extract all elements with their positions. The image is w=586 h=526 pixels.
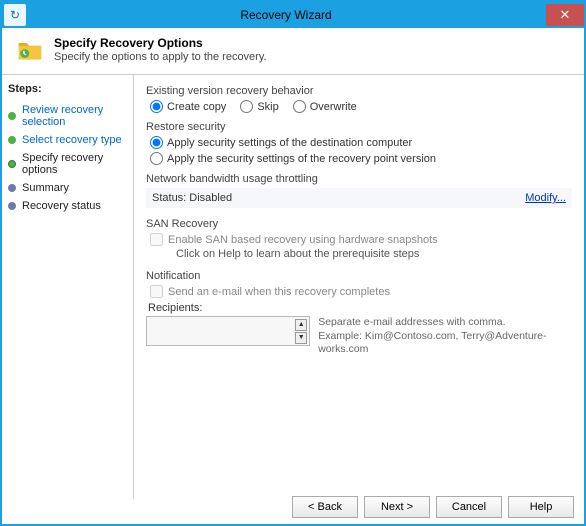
close-button[interactable]: ✕ [546, 4, 584, 26]
steps-sidebar: Steps: Review recovery selection Select … [2, 75, 134, 499]
wizard-buttons: < Back Next > Cancel Help [292, 496, 574, 518]
modify-throttling-link[interactable]: Modify... [525, 192, 566, 204]
step-specify-recovery-options[interactable]: Specify recovery options [8, 149, 127, 179]
recipients-label: Recipients: [148, 302, 572, 314]
help-button[interactable]: Help [508, 496, 574, 518]
radio-security-destination[interactable]: Apply security settings of the destinati… [150, 136, 572, 149]
step-recovery-status[interactable]: Recovery status [8, 197, 127, 215]
step-review-recovery-selection[interactable]: Review recovery selection [8, 101, 127, 131]
app-icon: ↻ [4, 4, 26, 26]
titlebar: ↻ Recovery Wizard ✕ [2, 2, 584, 28]
radio-skip[interactable]: Skip [240, 100, 278, 113]
throttling-label: Network bandwidth usage throttling [146, 173, 572, 185]
cancel-button[interactable]: Cancel [436, 496, 502, 518]
steps-heading: Steps: [8, 83, 127, 95]
window-title: Recovery Wizard [26, 8, 546, 22]
radio-create-copy[interactable]: Create copy [150, 100, 226, 113]
check-icon [8, 112, 16, 120]
folder-recovery-icon [16, 36, 44, 64]
options-panel: Existing version recovery behavior Creat… [134, 75, 584, 499]
throttling-status-box: Status: Disabled Modify... [146, 188, 572, 208]
current-step-icon [8, 160, 16, 168]
radio-overwrite[interactable]: Overwrite [293, 100, 357, 113]
throttling-status: Status: Disabled [152, 192, 232, 204]
chevron-down-icon[interactable]: ▼ [295, 332, 307, 344]
checkbox-san-recovery: Enable SAN based recovery using hardware… [150, 233, 572, 246]
check-icon [8, 136, 16, 144]
wizard-header: Specify Recovery Options Specify the opt… [2, 28, 584, 75]
recovery-wizard-window: ↻ Recovery Wizard ✕ Specify Recovery Opt… [0, 0, 586, 526]
step-select-recovery-type[interactable]: Select recovery type [8, 131, 127, 149]
next-button[interactable]: Next > [364, 496, 430, 518]
san-recovery-label: SAN Recovery [146, 218, 572, 230]
version-behavior-label: Existing version recovery behavior [146, 85, 572, 97]
page-title: Specify Recovery Options [54, 36, 267, 50]
back-button[interactable]: < Back [292, 496, 358, 518]
recipients-hint: Separate e-mail addresses with comma. Ex… [318, 316, 572, 357]
pending-step-icon [8, 184, 16, 192]
chevron-up-icon[interactable]: ▲ [295, 319, 307, 331]
notification-label: Notification [146, 270, 572, 282]
recipients-input: ▲ ▼ [146, 316, 310, 346]
radio-security-recovery-point[interactable]: Apply the security settings of the recov… [150, 152, 572, 165]
checkbox-send-email: Send an e-mail when this recovery comple… [150, 285, 572, 298]
step-summary[interactable]: Summary [8, 179, 127, 197]
san-help-note: Click on Help to learn about the prerequ… [176, 248, 572, 260]
pending-step-icon [8, 202, 16, 210]
restore-security-label: Restore security [146, 121, 572, 133]
page-subtitle: Specify the options to apply to the reco… [54, 51, 267, 63]
